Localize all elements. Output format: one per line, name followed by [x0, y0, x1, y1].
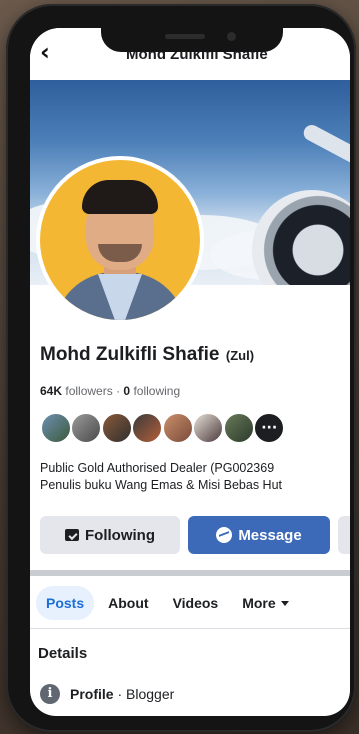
friend-avatar[interactable]: [70, 412, 103, 444]
phone-frame: ‹ Mohd Zulkifli Shafie Mohd Zulkifli Sha…: [6, 4, 356, 732]
following-count[interactable]: 0: [123, 384, 130, 398]
phone-notch: [101, 24, 283, 52]
message-button-label: Message: [238, 526, 302, 544]
profile-category-label: Profile: [70, 686, 114, 702]
friend-avatar[interactable]: [40, 412, 72, 444]
mutual-friends-avatars[interactable]: ···: [40, 412, 286, 446]
details-heading: Details: [38, 645, 88, 662]
profile-picture[interactable]: [36, 156, 204, 324]
profile-nickname: (Zul): [225, 348, 255, 363]
profile-category-separator: ·: [117, 686, 123, 702]
tab-label: Videos: [172, 595, 219, 611]
following-button-label: Following: [85, 526, 155, 544]
profile-category-row: i Profile · Blogger: [40, 684, 174, 704]
tab-posts[interactable]: Posts: [36, 586, 95, 620]
tab-videos[interactable]: Videos: [163, 586, 229, 620]
friend-avatar[interactable]: [192, 412, 225, 444]
back-arrow-icon[interactable]: ‹: [40, 38, 50, 66]
avatar-hair: [82, 180, 158, 214]
friend-avatar[interactable]: [100, 412, 133, 444]
airplane-wing: [300, 122, 350, 174]
info-icon: i: [40, 684, 60, 704]
friend-avatar[interactable]: [222, 412, 255, 444]
bio-line: Public Gold Authorised Dealer (PG002369: [40, 461, 275, 475]
profile-name-row: Mohd Zulkifli Shafie (Zul): [40, 344, 254, 366]
front-camera: [227, 32, 236, 41]
tab-about[interactable]: About: [98, 586, 158, 620]
followers-label[interactable]: followers: [65, 384, 112, 398]
profile-category-value: Blogger: [126, 686, 175, 702]
following-button[interactable]: Following: [40, 516, 180, 554]
message-button[interactable]: Message: [188, 516, 330, 554]
more-actions-button[interactable]: [338, 516, 350, 554]
profile-name: Mohd Zulkifli Shafie: [40, 344, 220, 365]
section-divider: [30, 570, 350, 576]
tab-label: Posts: [46, 595, 85, 611]
followers-count[interactable]: 64K: [40, 384, 62, 398]
follow-stats: 64K followers · 0 following: [40, 384, 180, 398]
friend-avatar[interactable]: [131, 412, 164, 444]
following-label[interactable]: following: [133, 384, 180, 398]
speaker-grille: [165, 34, 205, 39]
profile-bio: Public Gold Authorised Dealer (PG002369 …: [40, 460, 350, 494]
messenger-icon: [216, 527, 233, 543]
screen: ‹ Mohd Zulkifli Shafie Mohd Zulkifli Sha…: [30, 28, 350, 716]
bio-line: Penulis buku Wang Emas & Misi Bebas Hut: [40, 478, 283, 492]
tabs-divider: [30, 628, 350, 629]
airplane-engine: [252, 190, 350, 285]
avatar: [40, 160, 200, 320]
tab-more[interactable]: More: [232, 586, 298, 620]
friend-avatar[interactable]: [161, 412, 194, 444]
caret-down-icon: [280, 600, 289, 606]
tab-label: About: [108, 595, 149, 611]
more-friends-icon[interactable]: ···: [253, 412, 286, 444]
tab-label: More: [242, 595, 276, 611]
profile-tabs: Posts About Videos More: [36, 586, 299, 620]
stats-separator: ·: [116, 384, 121, 398]
following-check-icon: [65, 529, 79, 541]
